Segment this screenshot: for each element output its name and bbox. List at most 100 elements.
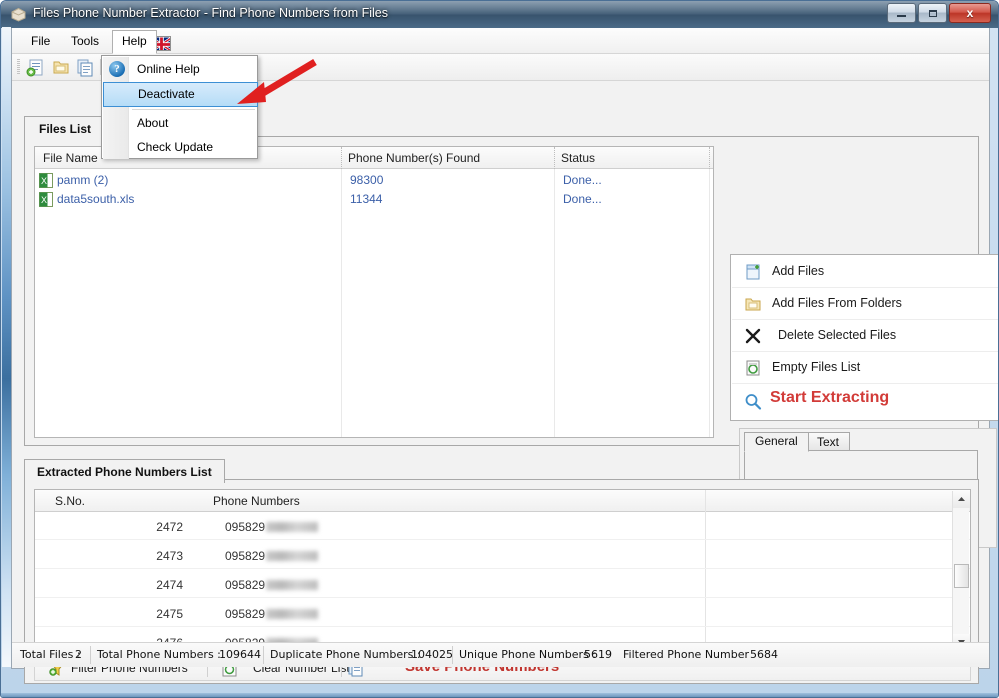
status-cell: Done... [563,192,602,206]
add-file-toolbar-button[interactable] [26,58,46,77]
header-divider [709,147,710,169]
sno-cell: 2472 [156,520,183,534]
delete-selected-files-button[interactable]: Delete Selected Files [732,320,998,352]
svg-text:X: X [41,176,47,186]
extracted-grid-header: S.No. Phone Numbers [35,490,970,512]
add-files-label: Add Files [772,264,825,278]
column-header-file-name[interactable]: File Name [43,151,98,165]
column-header-phone-found[interactable]: Phone Number(s) Found [348,151,480,165]
files-grid[interactable]: File Name Phone Number(s) Found Status X… [34,146,714,438]
vertical-scrollbar[interactable] [952,491,970,650]
status-cell: Done... [563,173,602,187]
menu-help[interactable]: Help [112,30,157,54]
menu-item-check-update-label: Check Update [137,140,214,154]
title-bar[interactable]: Files Phone Number Extractor - Find Phon… [1,1,998,28]
status-total-files-label: Total Files : [20,648,81,661]
start-extracting-button[interactable]: Start Extracting [732,384,998,419]
extracted-grid[interactable]: S.No. Phone Numbers 2472 095829 2473 095… [34,489,971,651]
column-header-sno[interactable]: S.No. [55,494,85,508]
header-divider [554,147,555,169]
status-duplicate-numbers-value: 104025 [411,648,453,661]
tab-extracted-phone-numbers-list[interactable]: Extracted Phone Numbers List [24,459,225,483]
window-left-edge-decoration [2,27,11,667]
maximize-button[interactable] [918,3,947,23]
phone-found-cell: 98300 [350,173,384,187]
grid-column-line [554,169,555,437]
menu-item-deactivate-label: Deactivate [138,87,195,101]
phone-number-cell: 095829 [225,549,319,563]
files-list-panel: File Name Phone Number(s) Found Status X… [24,136,998,548]
add-files-from-folders-button[interactable]: Add Files From Folders [732,288,998,320]
menu-separator [132,109,255,110]
status-divider [263,646,264,664]
start-extracting-label: Start Extracting [770,389,890,406]
header-divider [341,147,342,169]
folder-toolbar-button[interactable] [51,58,71,77]
app-icon [10,6,27,23]
minimize-icon [888,4,915,22]
menu-item-about[interactable]: About [103,111,258,136]
red-arrow-annotation-icon [223,58,323,109]
menu-item-online-help-label: Online Help [137,62,200,76]
menu-help-label: Help [122,34,147,48]
tab-text[interactable]: Text [806,432,851,451]
delete-selected-files-label: Delete Selected Files [778,328,897,342]
file-name-cell: pamm (2) [57,173,109,187]
sno-cell: 2473 [156,549,183,563]
column-header-status[interactable]: Status [561,151,595,165]
add-files-from-folders-label: Add Files From Folders [772,296,902,310]
menu-item-about-label: About [137,116,169,130]
status-filtered-number-label: Filtered Phone Number [623,648,750,661]
toolbar-grip[interactable] [17,59,20,75]
status-total-numbers-label: Total Phone Numbers : [97,648,221,661]
list-item[interactable]: 2474 095829 [35,571,970,598]
x-mark-icon [744,327,762,345]
list-item[interactable]: 2472 095829 [35,513,970,540]
tab-general-label: General [755,434,798,448]
list-item[interactable]: 2473 095829 [35,542,970,569]
phone-number-cell: 095829 [225,607,319,621]
excel-file-icon: X [39,192,53,207]
tab-extracted-label: Extracted Phone Numbers List [37,465,212,479]
table-row[interactable]: X pamm (2) 98300 Done... [35,171,713,190]
sno-cell: 2475 [156,607,183,621]
tab-text-label: Text [817,435,840,449]
table-row[interactable]: X data5south.xls 11344 Done... [35,190,713,209]
copy-toolbar-button[interactable] [75,58,95,77]
menu-item-check-update[interactable]: Check Update [103,135,258,160]
menu-file-label: File [31,34,51,48]
close-icon: x [966,6,974,20]
status-bar: Total Files : 2 Total Phone Numbers : 10… [12,642,989,667]
grid-column-line [709,169,710,437]
add-file-icon [744,263,762,281]
menu-tools-label: Tools [71,34,100,48]
grid-column-line [341,169,342,437]
status-filtered-number-value: 5684 [750,648,778,661]
status-divider [452,646,453,664]
status-unique-numbers-label: Unique Phone Numbers : [459,648,596,661]
folder-icon [744,295,762,313]
add-files-button[interactable]: Add Files [732,256,998,288]
file-name-cell: data5south.xls [57,192,135,206]
svg-text:X: X [41,195,47,205]
list-item[interactable]: 2475 095829 [35,600,970,627]
status-total-numbers-value: 109644 [219,648,261,661]
scroll-up-arrow-icon[interactable] [953,491,970,508]
menu-file[interactable]: File [22,31,59,53]
window-bottom-edge [1,693,998,697]
empty-files-list-button[interactable]: Empty Files List [732,352,998,384]
minimize-button[interactable] [887,3,916,23]
status-duplicate-numbers-label: Duplicate Phone Numbers : [270,648,421,661]
scrollbar-thumb[interactable] [954,564,969,588]
column-header-phone-numbers[interactable]: Phone Numbers [213,494,300,508]
status-divider [90,646,91,664]
empty-files-list-label: Empty Files List [772,360,861,374]
application-window: Files Phone Number Extractor - Find Phon… [0,0,999,698]
menu-tools[interactable]: Tools [62,31,108,53]
tab-general[interactable]: General [744,432,809,452]
status-unique-numbers-value: 5619 [584,648,612,661]
tab-files-list[interactable]: Files List [24,116,107,140]
actions-panel: Add Files Add Files From Folders Delete … [730,254,998,421]
sno-cell: 2474 [156,578,183,592]
close-button[interactable]: x [949,3,991,23]
